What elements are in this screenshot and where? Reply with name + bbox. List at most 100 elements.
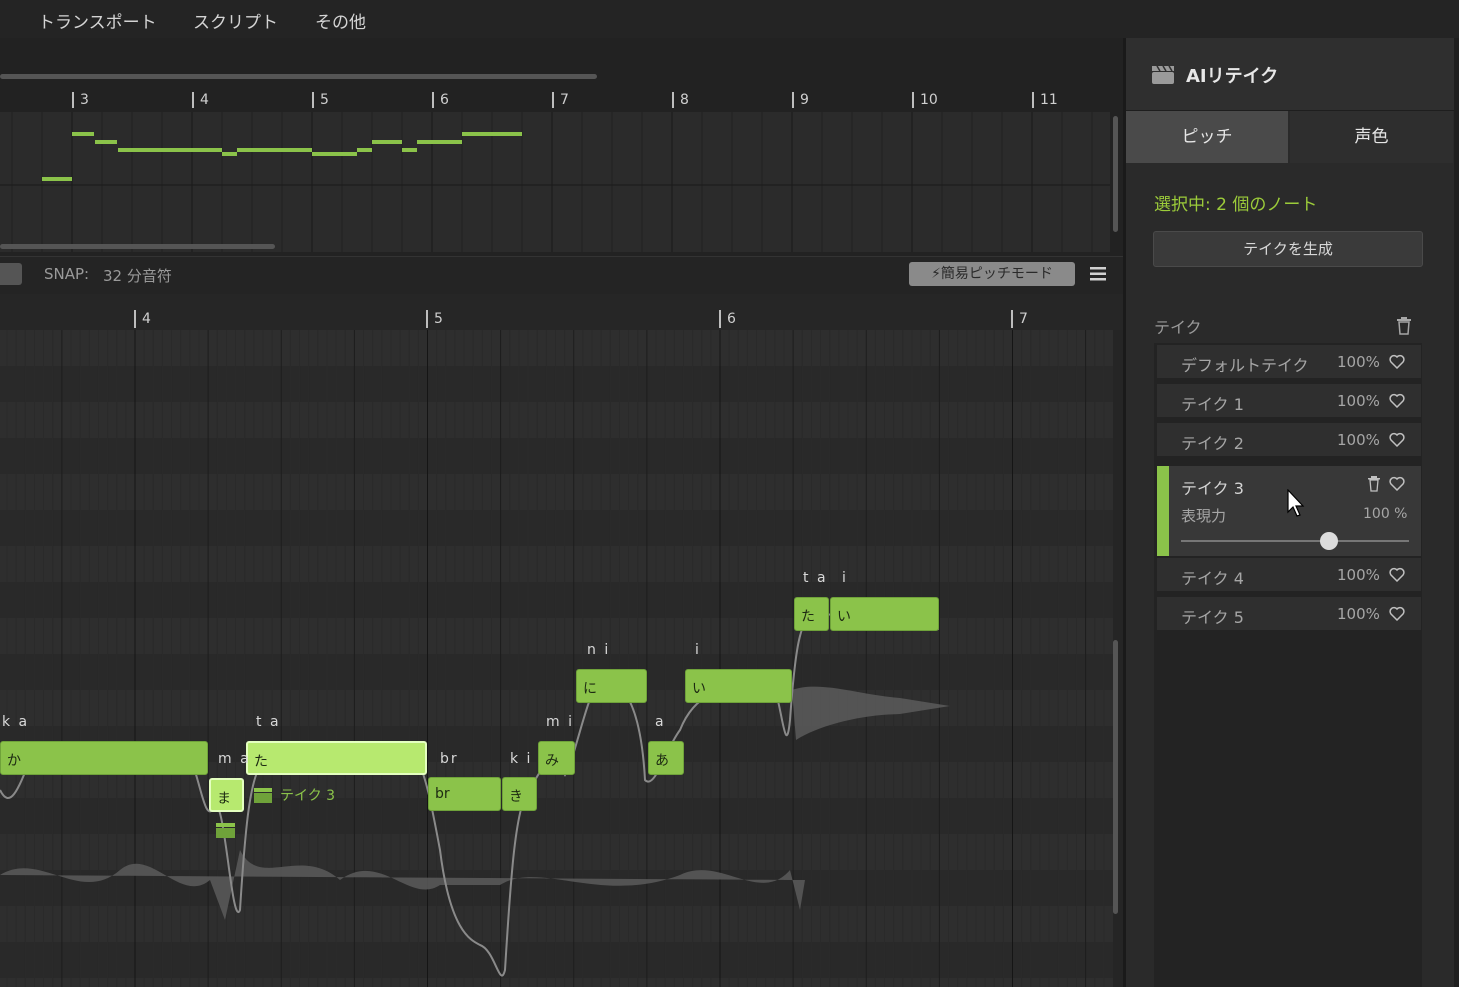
note[interactable]: き — [502, 777, 537, 811]
menu-bar: トランスポート スクリプト その他 — [0, 0, 1459, 38]
timeline-ruler[interactable]: 4 5 6 7 — [0, 294, 1123, 330]
note[interactable]: か — [0, 741, 208, 775]
mouse-cursor-icon — [1287, 489, 1305, 517]
note-lyric: か — [7, 753, 21, 769]
note-selected[interactable]: ま — [209, 778, 244, 812]
heart-icon[interactable] — [1389, 567, 1405, 582]
note[interactable]: み — [538, 741, 575, 775]
panel-header: AIリテイク — [1126, 38, 1459, 111]
take-percent: 100% — [1337, 566, 1380, 584]
expression-slider-track[interactable] — [1181, 540, 1409, 542]
overview-scrollbar-bottom[interactable] — [0, 244, 275, 249]
overview-bar-label: 9 — [792, 92, 809, 108]
take-percent: 100% — [1337, 431, 1380, 449]
take-percent: 100% — [1337, 353, 1380, 371]
note-phoneme: n i — [587, 642, 611, 658]
overview-bar-label: 8 — [672, 92, 689, 108]
trash-icon[interactable] — [1367, 476, 1381, 492]
note-phoneme: t a — [256, 714, 281, 730]
menu-script[interactable]: スクリプト — [193, 8, 278, 33]
note[interactable]: あ — [648, 741, 684, 775]
heart-icon[interactable] — [1389, 476, 1405, 491]
editor-vertical-scrollbar[interactable] — [1113, 640, 1118, 914]
note-lyric: あ — [655, 753, 669, 769]
overview-grid[interactable] — [0, 112, 1110, 252]
note-phoneme: k a — [2, 714, 30, 730]
note[interactable]: た — [794, 597, 829, 631]
overview-bar-label: 3 — [72, 92, 89, 108]
note-phoneme: k i — [510, 751, 533, 767]
note[interactable]: い — [830, 597, 939, 631]
note[interactable]: br — [428, 777, 501, 811]
note-phoneme: m a — [218, 751, 251, 767]
snap-value[interactable]: 32 分音符 — [103, 265, 172, 286]
note-phoneme: i — [842, 570, 848, 586]
take-name: テイク 1 — [1181, 395, 1244, 414]
note-lyric: た — [801, 609, 815, 625]
selected-indicator — [1157, 466, 1169, 556]
takes-label: テイク — [1154, 318, 1202, 337]
lightning-icon: ⚡ — [931, 266, 941, 282]
take-tag-label: テイク 3 — [280, 788, 336, 804]
editor-toolbar: SNAP: 32 分音符 ⚡簡易ピッチモード — [0, 256, 1123, 295]
hamburger-menu-icon[interactable] — [1089, 266, 1107, 282]
overview-ruler[interactable]: 3 4 5 6 7 8 9 10 11 — [0, 90, 1123, 112]
note-phoneme: m i — [546, 714, 574, 730]
note-phoneme: a — [655, 714, 666, 730]
note-phoneme: t a — [803, 570, 828, 586]
tab-pitch[interactable]: ピッチ — [1126, 111, 1288, 163]
ruler-bar-label: 4 — [134, 310, 151, 328]
overview-bar-label: 4 — [192, 92, 209, 108]
ruler-bar-label: 5 — [426, 310, 443, 328]
simple-pitch-mode-button[interactable]: ⚡簡易ピッチモード — [909, 262, 1075, 286]
take-row[interactable]: デフォルトテイク 100% — [1157, 345, 1421, 378]
menu-transport[interactable]: トランスポート — [38, 8, 157, 33]
heart-icon[interactable] — [1389, 432, 1405, 447]
clapper-icon[interactable] — [216, 823, 235, 838]
take-row[interactable]: テイク 5 100% — [1157, 597, 1421, 630]
take-name: テイク 3 — [1181, 479, 1244, 498]
panel-edge — [1454, 38, 1459, 987]
overview-vertical-scrollbar[interactable] — [1113, 116, 1118, 232]
note-lyric: い — [837, 609, 851, 625]
take-name: テイク 5 — [1181, 608, 1244, 627]
note-lyric: い — [692, 681, 706, 697]
note-lyric: ま — [217, 791, 231, 807]
take-percent: 100% — [1337, 605, 1380, 623]
overview-scrollbar-top[interactable] — [0, 74, 597, 79]
note-phoneme: i — [695, 642, 701, 658]
ruler-bar-label: 6 — [719, 310, 736, 328]
take-name: テイク 2 — [1181, 434, 1244, 453]
take-name: デフォルトテイク — [1181, 356, 1309, 375]
overview-bar-label: 5 — [312, 92, 329, 108]
take-name: テイク 4 — [1181, 569, 1244, 588]
panel-title: AIリテイク — [1186, 66, 1279, 87]
overview-bar-label: 6 — [432, 92, 449, 108]
heart-icon[interactable] — [1389, 354, 1405, 369]
overview-bar-label: 10 — [912, 92, 938, 108]
take-row[interactable]: テイク 2 100% — [1157, 423, 1421, 456]
expression-value: 100 % — [1363, 506, 1408, 522]
menu-other[interactable]: その他 — [315, 8, 366, 33]
expression-slider-knob[interactable] — [1320, 532, 1339, 550]
tab-voice[interactable]: 声色 — [1290, 111, 1453, 163]
note-selected[interactable]: た — [246, 741, 427, 775]
selection-status: 選択中: 2 個のノート — [1154, 195, 1318, 215]
generate-take-button[interactable]: テイクを生成 — [1153, 231, 1423, 267]
ruler-bar-label: 7 — [1011, 310, 1028, 328]
piano-roll-editor[interactable]: か ま た br き み に あ い た い k a m a t a br k … — [0, 330, 1113, 987]
clapper-icon[interactable] — [0, 263, 22, 285]
take-row[interactable]: テイク 1 100% — [1157, 384, 1421, 417]
note-lyric: き — [509, 789, 523, 805]
note-phoneme: br — [440, 751, 459, 767]
take-list: デフォルトテイク 100% テイク 1 100% テイク 2 100% テイク … — [1154, 343, 1422, 987]
take-row[interactable]: テイク 4 100% — [1157, 558, 1421, 591]
trash-icon[interactable] — [1396, 317, 1412, 335]
note[interactable]: に — [576, 669, 647, 703]
heart-icon[interactable] — [1389, 393, 1405, 408]
note[interactable]: い — [685, 669, 792, 703]
note-lyric: br — [435, 786, 450, 802]
pitch-mode-label: 簡易ピッチモード — [940, 266, 1053, 282]
heart-icon[interactable] — [1389, 606, 1405, 621]
piano-roll-grid — [0, 330, 1113, 987]
